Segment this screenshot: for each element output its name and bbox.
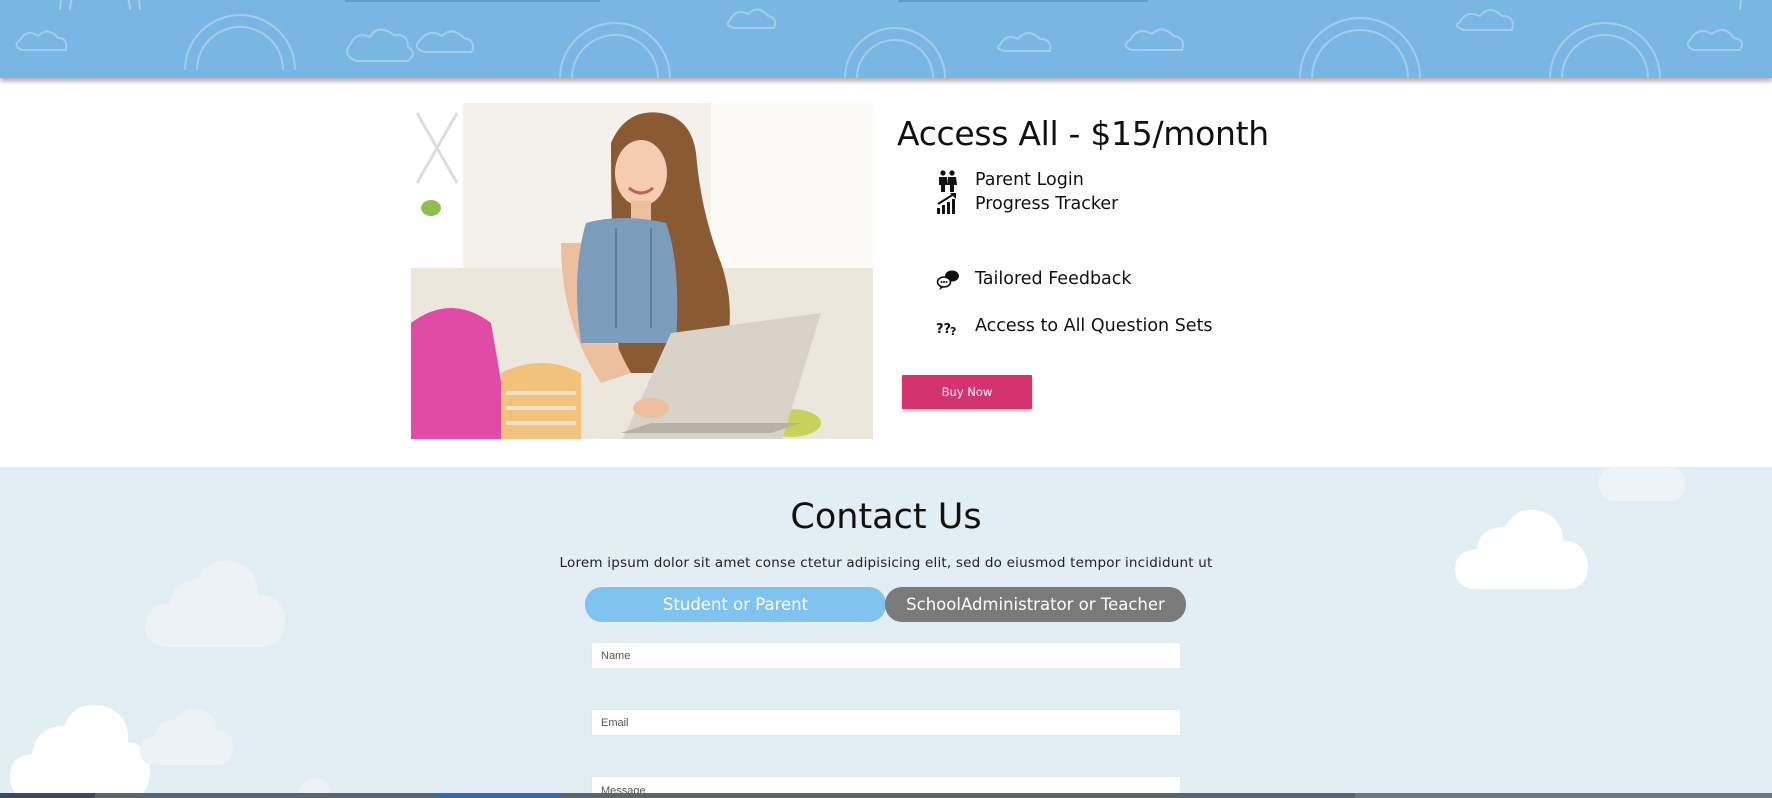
student-laptop-photo	[411, 103, 873, 439]
svg-text:?: ?	[950, 325, 956, 338]
buy-now-button[interactable]: Buy Now	[902, 375, 1032, 409]
tab-student-or-parent[interactable]: Student or Parent	[585, 587, 886, 622]
cloud-decoration	[145, 560, 285, 647]
sky-pattern	[15, 0, 1743, 78]
feature-label: Tailored Feedback	[975, 269, 1132, 289]
taskbar-segment	[0, 793, 95, 798]
cloud-decoration	[10, 704, 150, 798]
pricing-section: Access All - $15/month Parent Login Prog…	[0, 78, 1772, 467]
question-marks-icon: ?? ?	[936, 315, 960, 339]
taskbar-segment	[1355, 793, 1772, 798]
taskbar-segment	[435, 793, 560, 798]
contact-section: Contact Us Lorem ipsum dolor sit amet co…	[0, 467, 1772, 798]
feature-item-parent-login: Parent Login	[936, 168, 1236, 194]
email-input[interactable]	[591, 709, 1181, 736]
speech-bubbles-icon	[936, 268, 960, 292]
feature-label: Parent Login	[975, 170, 1084, 190]
feature-label: Access to All Question Sets	[975, 316, 1213, 336]
growth-chart-icon	[936, 191, 960, 215]
feature-item-question-sets: ?? ? Access to All Question Sets	[936, 314, 1236, 340]
plan-title: Access All - $15/month	[897, 114, 1269, 153]
header-band	[0, 0, 1772, 78]
name-input[interactable]	[591, 642, 1181, 669]
feature-label: Progress Tracker	[975, 194, 1119, 214]
cloud-decoration	[140, 709, 233, 765]
contact-subtitle: Lorem ipsum dolor sit amet conse ctetur …	[559, 555, 1213, 571]
parents-icon	[936, 169, 960, 193]
taskbar-strip	[0, 793, 1772, 798]
feature-item-tailored-feedback: Tailored Feedback	[936, 267, 1236, 293]
contact-title: Contact Us	[790, 497, 982, 537]
svg-text:??: ??	[936, 322, 951, 337]
tab-school-admin-or-teacher[interactable]: SchoolAdministrator or Teacher	[885, 587, 1186, 622]
